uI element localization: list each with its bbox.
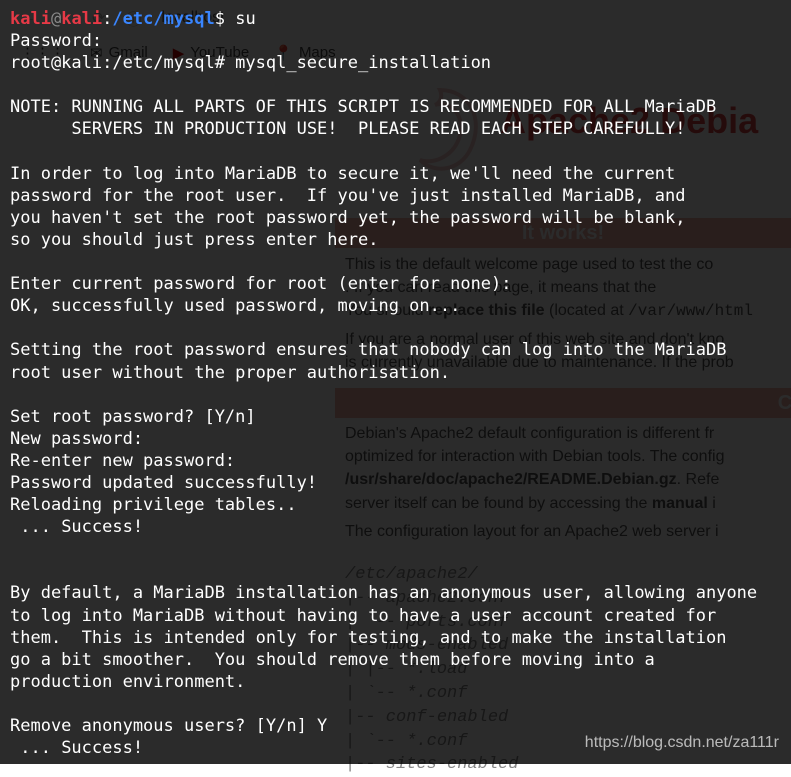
prompt-new-pw: New password: (10, 429, 143, 449)
prompt-enter-pw: Enter current password for root (enter f… (10, 274, 512, 294)
cmd-su: su (225, 9, 256, 29)
reload-line: Reloading privilege tables.. (10, 495, 297, 515)
line-password: Password: (10, 31, 102, 51)
prompt-remove-anon: Remove anonymous users? [Y/n] Y (10, 716, 327, 736)
text-line: them. This is intended only for testing,… (10, 628, 726, 648)
text-line: Setting the root password ensures that n… (10, 340, 726, 360)
text-line: password for the root user. If you've ju… (10, 186, 686, 206)
root-line: root@kali:/etc/mysql# mysql_secure_insta… (10, 53, 491, 73)
text-line: you haven't set the root password yet, t… (10, 208, 686, 228)
prompt-set-root: Set root password? [Y/n] (10, 407, 256, 427)
success-line: ... Success! (10, 517, 143, 537)
prompt-colon: : (102, 9, 112, 29)
watermark: https://blog.csdn.net/za111r (585, 734, 779, 752)
prompt-at: @ (51, 9, 61, 29)
text-line: so you should just press enter here. (10, 230, 378, 250)
text-line: In order to log into MariaDB to secure i… (10, 164, 675, 184)
prompt-path: /etc/mysql (112, 9, 214, 29)
prompt-host: kali (61, 9, 102, 29)
terminal-window[interactable]: kali@kali:/etc/mysql$ su Password: root@… (0, 0, 791, 764)
text-line: root user without the proper authorisati… (10, 363, 450, 383)
text-line: go a bit smoother. You should remove the… (10, 650, 655, 670)
prompt-dollar: $ (215, 9, 225, 29)
note-line: SERVERS IN PRODUCTION USE! PLEASE READ E… (10, 119, 686, 139)
note-line: NOTE: RUNNING ALL PARTS OF THIS SCRIPT I… (10, 97, 716, 117)
success-line: ... Success! (10, 738, 143, 758)
text-line: to log into MariaDB without having to ha… (10, 606, 716, 626)
text-line: By default, a MariaDB installation has a… (10, 583, 757, 603)
prompt-reenter: Re-enter new password: (10, 451, 235, 471)
ok-line: OK, successfully used password, moving o… (10, 296, 460, 316)
prompt-user: kali (10, 9, 51, 29)
pw-updated: Password updated successfully! (10, 473, 317, 493)
text-line: production environment. (10, 672, 245, 692)
